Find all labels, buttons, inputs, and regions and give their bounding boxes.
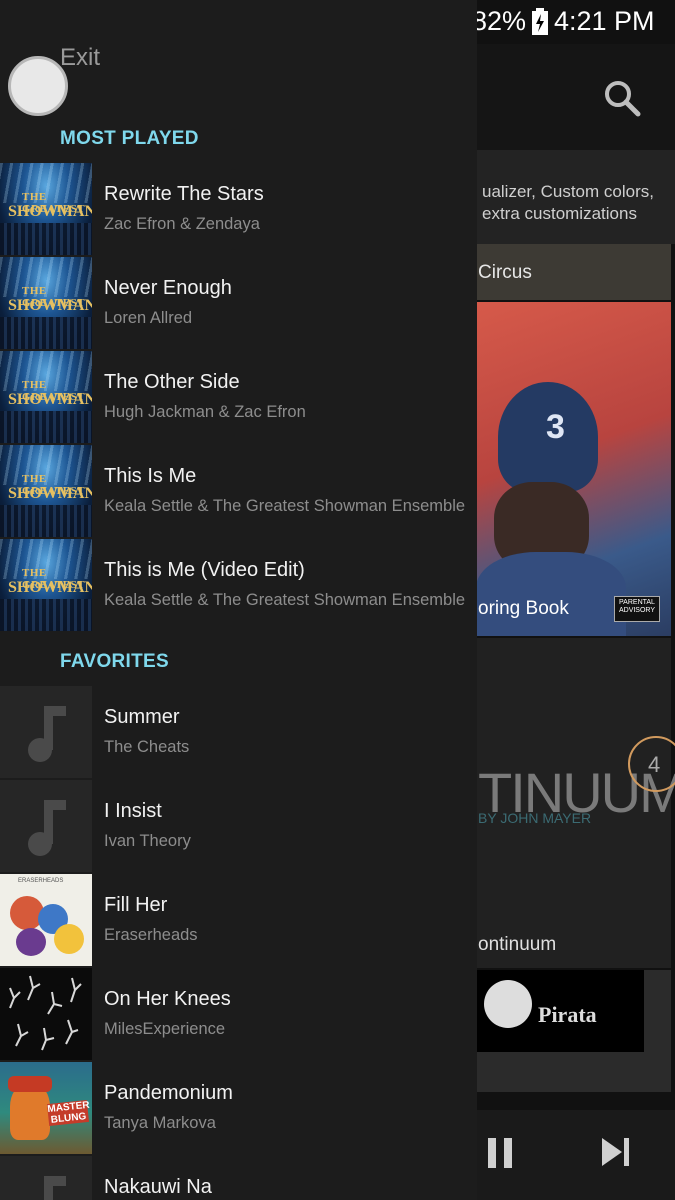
drawer-header: Exit (0, 44, 477, 116)
list-item[interactable]: MASTER BLUNG Pandemonium Tanya Markova (0, 1062, 477, 1156)
list-item[interactable]: THE GREATEST SHOWMAN This Is Me Keala Set… (0, 445, 477, 539)
song-title: The Other Side (104, 371, 240, 393)
song-title: Rewrite The Stars (104, 183, 264, 205)
album-art-text: Pirata (538, 1002, 597, 1027)
list-item[interactable]: ERASERHEADS Fill Her Eraserheads (0, 874, 477, 968)
music-note-icon (0, 1156, 92, 1200)
song-artist: The Cheats (104, 738, 190, 756)
list-item[interactable]: THE GREATEST SHOWMAN This is Me (Video Ed… (0, 539, 477, 633)
battery-percent: 82% (472, 6, 527, 36)
song-title: This is Me (Video Edit) (104, 559, 305, 581)
list-item[interactable]: THE GREATEST SHOWMAN Rewrite The Stars Za… (0, 163, 477, 257)
mini-player (476, 1110, 675, 1200)
skip-next-icon[interactable] (600, 1134, 634, 1175)
album-thumbnail: THE GREATEST SHOWMAN (0, 257, 92, 349)
list-item[interactable]: I Insist Ivan Theory (0, 780, 477, 874)
album-title: Circus (478, 262, 532, 283)
skull-icon (484, 980, 532, 1028)
count-badge: 4 (628, 736, 675, 792)
album-thumbnail: ERASERHEADS (0, 874, 92, 966)
section-title-most-played: MOST PLAYED (60, 128, 199, 149)
song-artist: Zac Efron & Zendaya (104, 215, 260, 233)
song-title: Fill Her (104, 894, 168, 916)
avatar[interactable] (8, 56, 68, 116)
song-title: Pandemonium (104, 1082, 233, 1104)
song-artist: Tanya Markova (104, 1114, 216, 1132)
list-item[interactable]: On Her Knees MilesExperience (0, 968, 477, 1062)
song-title: Summer (104, 706, 180, 728)
song-title: On Her Knees (104, 988, 231, 1010)
advisory-label: PARENTAL ADVISORY (614, 596, 660, 622)
song-artist: Ivan Theory (104, 832, 191, 850)
album-card-continuum[interactable]: TINUUM BY JOHN MAYER ontinuum (476, 638, 675, 968)
song-artist: Loren Allred (104, 309, 193, 327)
song-title: This Is Me (104, 465, 197, 487)
promo-line-1: ualizer, Custom colors, (482, 182, 654, 201)
song-title: I Insist (104, 800, 162, 822)
list-item[interactable]: Summer The Cheats (0, 686, 477, 780)
exit-button[interactable]: Exit (60, 44, 100, 72)
list-item[interactable]: Nakauwi Na (0, 1156, 477, 1200)
favorites-list: Summer The Cheats I Insist Ivan Theory E… (0, 686, 477, 1200)
battery-icon (531, 8, 549, 41)
promo-line-2: extra customizations (482, 204, 637, 223)
music-note-icon (0, 686, 92, 778)
song-artist: Keala Settle & The Greatest Showman Ense… (104, 497, 466, 515)
most-played-list: THE GREATEST SHOWMAN Rewrite The Stars Za… (0, 163, 477, 633)
search-icon[interactable] (602, 78, 642, 118)
promo-banner[interactable]: ualizer, Custom colors, extra customizat… (476, 150, 675, 244)
navigation-drawer: Exit MOST PLAYED THE GREATEST SHOWMAN Rew… (0, 0, 477, 1200)
album-thumbnail: MASTER BLUNG (0, 1062, 92, 1154)
song-artist: Eraserheads (104, 926, 198, 944)
clock: 4:21 PM (554, 6, 655, 36)
album-thumbnail: THE GREATEST SHOWMAN (0, 445, 92, 537)
album-card-coloring-book[interactable]: 3 oring Book PARENTAL ADVISORY (476, 302, 671, 636)
song-title: Never Enough (104, 277, 232, 299)
album-art-subtext: BY JOHN MAYER (478, 810, 592, 826)
section-title-favorites: FAVORITES (60, 651, 169, 672)
song-artist: MilesExperience (104, 1020, 226, 1038)
pause-icon[interactable] (484, 1132, 518, 1177)
album-card-circus[interactable]: Circus (476, 244, 671, 300)
album-card-pirata[interactable]: Pirata (476, 970, 671, 1092)
list-item[interactable]: THE GREATEST SHOWMAN Never Enough Loren A… (0, 257, 477, 351)
album-title: ontinuum (478, 934, 557, 955)
album-thumbnail: THE GREATEST SHOWMAN (0, 163, 92, 255)
song-artist: Keala Settle & The Greatest Showman Ense… (104, 591, 466, 609)
list-item[interactable]: THE GREATEST SHOWMAN The Other Side Hugh … (0, 351, 477, 445)
song-artist: Hugh Jackman & Zac Efron (104, 403, 306, 421)
album-thumbnail (0, 968, 92, 1060)
music-note-icon (0, 780, 92, 872)
album-thumbnail: THE GREATEST SHOWMAN (0, 351, 92, 443)
song-title: Nakauwi Na (104, 1176, 212, 1198)
album-art: 3 (498, 382, 598, 492)
album-thumbnail: THE GREATEST SHOWMAN (0, 539, 92, 631)
album-title: oring Book (478, 598, 569, 619)
